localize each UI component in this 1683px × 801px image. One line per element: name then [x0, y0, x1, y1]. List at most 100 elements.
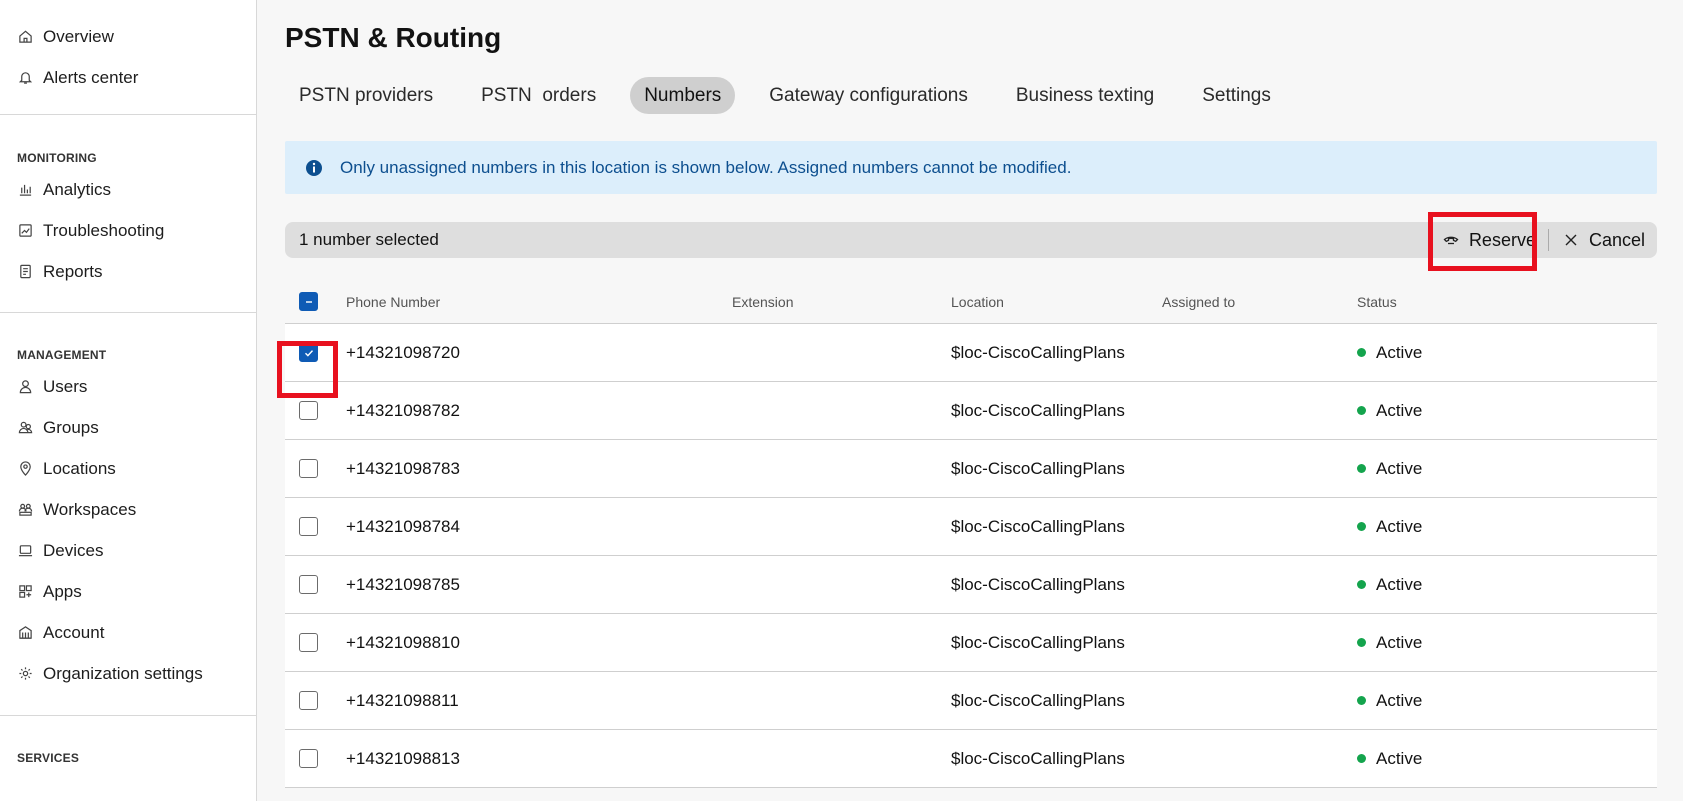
cell-phone-number: +14321098785 [346, 574, 460, 594]
sidebar-item-overview[interactable]: Overview [0, 16, 256, 57]
sidebar-divider [0, 114, 256, 115]
status-label: Active [1376, 632, 1423, 652]
app-root: Overview Alerts center MONITORING Analyt… [0, 0, 1683, 801]
status-label: Active [1376, 342, 1423, 362]
sidebar-item-account[interactable]: Account [0, 612, 256, 653]
sidebar-item-label: Groups [43, 417, 99, 437]
close-icon [1563, 232, 1579, 248]
sidebar-item-workspaces[interactable]: Workspaces [0, 489, 256, 530]
sidebar-item-groups[interactable]: Groups [0, 407, 256, 448]
sidebar-top-group: Overview Alerts center [0, 0, 256, 98]
row-checkbox[interactable] [299, 343, 318, 362]
row-checkbox[interactable] [299, 691, 318, 710]
tab-numbers[interactable]: Numbers [630, 77, 736, 114]
column-header-extension[interactable]: Extension [732, 294, 951, 310]
row-checkbox[interactable] [299, 517, 318, 536]
sidebar-item-label: Overview [43, 26, 114, 46]
table-row[interactable]: +14321098811 $loc-CiscoCallingPlans Acti… [285, 672, 1657, 730]
status-dot-icon [1357, 754, 1366, 763]
sidebar-item-apps[interactable]: Apps [0, 571, 256, 612]
sidebar-item-analytics[interactable]: Analytics [0, 169, 256, 210]
cell-phone-number: +14321098784 [346, 516, 460, 536]
page-title: PSTN & Routing [285, 22, 502, 53]
row-checkbox-cell [285, 459, 346, 478]
sidebar-item-devices[interactable]: Devices [0, 530, 256, 571]
table-row[interactable]: +14321098783 $loc-CiscoCallingPlans Acti… [285, 440, 1657, 498]
sidebar-item-label: Reports [43, 261, 103, 281]
row-checkbox[interactable] [299, 633, 318, 652]
analytics-icon [17, 182, 33, 198]
sidebar-item-label: Alerts center [43, 67, 139, 87]
tab-business-texting[interactable]: Business texting [1002, 77, 1168, 114]
sidebar-item-label: Troubleshooting [43, 220, 165, 240]
reports-icon [17, 264, 33, 280]
sidebar-item-label: Organization settings [43, 663, 203, 683]
sidebar-item-label: Users [43, 376, 88, 396]
table-row[interactable]: +14321098785 $loc-CiscoCallingPlans Acti… [285, 556, 1657, 614]
status-dot-icon [1357, 522, 1366, 531]
row-checkbox[interactable] [299, 575, 318, 594]
cell-location: $loc-CiscoCallingPlans [951, 342, 1125, 362]
info-banner-text: Only unassigned numbers in this location… [340, 157, 1072, 177]
row-checkbox-cell [285, 575, 346, 594]
cell-location: $loc-CiscoCallingPlans [951, 632, 1125, 652]
row-checkbox-cell [285, 691, 346, 710]
column-header-location[interactable]: Location [951, 294, 1162, 310]
selection-bar: 1 number selected Reserve Cancel [285, 212, 1657, 271]
tab-bar: PSTN providers PSTN orders Numbers Gatew… [285, 77, 1657, 114]
sidebar-item-alerts-center[interactable]: Alerts center [0, 57, 256, 98]
workspaces-icon [17, 502, 33, 518]
table-row[interactable]: +14321098784 $loc-CiscoCallingPlans Acti… [285, 498, 1657, 556]
cancel-button-label: Cancel [1588, 229, 1645, 250]
status-dot-icon [1357, 580, 1366, 589]
status-dot-icon [1357, 638, 1366, 647]
main-content: PSTN & Routing PSTN providers PSTN order… [257, 0, 1683, 801]
row-checkbox-cell [277, 341, 346, 398]
cell-phone-number: +14321098720 [346, 342, 460, 362]
cell-phone-number: +14321098810 [346, 632, 460, 652]
row-checkbox[interactable] [299, 749, 318, 768]
table-row[interactable]: +14321098810 $loc-CiscoCallingPlans Acti… [285, 614, 1657, 672]
sidebar-item-troubleshooting[interactable]: Troubleshooting [0, 210, 256, 251]
sidebar-item-reports[interactable]: Reports [0, 251, 256, 292]
tab-pstn-providers[interactable]: PSTN providers [285, 77, 447, 114]
sidebar-divider [0, 715, 256, 716]
status-label: Active [1376, 748, 1423, 768]
reserve-button[interactable]: Reserve [1427, 212, 1546, 271]
sidebar-item-label: Locations [43, 458, 116, 478]
header-checkbox-cell [285, 292, 346, 311]
tab-pstn-orders[interactable]: PSTN orders [467, 77, 610, 114]
table-row[interactable]: +14321098720 $loc-CiscoCallingPlans Acti… [277, 324, 1657, 398]
tab-gateway-configurations[interactable]: Gateway configurations [755, 77, 982, 114]
bell-icon [17, 70, 33, 86]
cell-phone-number: +14321098782 [346, 400, 460, 420]
devices-icon [17, 543, 33, 559]
user-icon [17, 379, 33, 395]
row-checkbox-cell [285, 633, 346, 652]
cancel-button[interactable]: Cancel [1551, 222, 1657, 258]
info-banner: Only unassigned numbers in this location… [285, 141, 1657, 194]
cell-status: Active [1357, 749, 1657, 769]
status-dot-icon [1357, 348, 1366, 357]
tab-settings[interactable]: Settings [1188, 77, 1285, 114]
sidebar-item-users[interactable]: Users [0, 366, 256, 407]
column-header-phone-number[interactable]: Phone Number [346, 294, 732, 310]
sidebar-item-label: Analytics [43, 179, 112, 199]
row-checkbox[interactable] [299, 401, 318, 420]
row-checkbox-cell [285, 401, 346, 420]
column-header-assigned-to[interactable]: Assigned to [1162, 294, 1357, 310]
cell-location: $loc-CiscoCallingPlans [951, 516, 1125, 536]
select-all-checkbox[interactable] [299, 292, 318, 311]
cell-location: $loc-CiscoCallingPlans [951, 574, 1125, 594]
home-icon [17, 29, 33, 45]
location-pin-icon [17, 461, 33, 477]
table-row[interactable]: +14321098782 $loc-CiscoCallingPlans Acti… [285, 382, 1657, 440]
gear-icon [17, 666, 33, 682]
cell-location: $loc-CiscoCallingPlans [951, 458, 1125, 478]
row-checkbox[interactable] [299, 459, 318, 478]
table-row[interactable]: +14321098813 $loc-CiscoCallingPlans Acti… [285, 730, 1657, 788]
column-header-status[interactable]: Status [1357, 294, 1657, 310]
sidebar-item-locations[interactable]: Locations [0, 448, 256, 489]
sidebar-item-organization-settings[interactable]: Organization settings [0, 653, 256, 694]
row-checkbox-cell [285, 517, 346, 536]
